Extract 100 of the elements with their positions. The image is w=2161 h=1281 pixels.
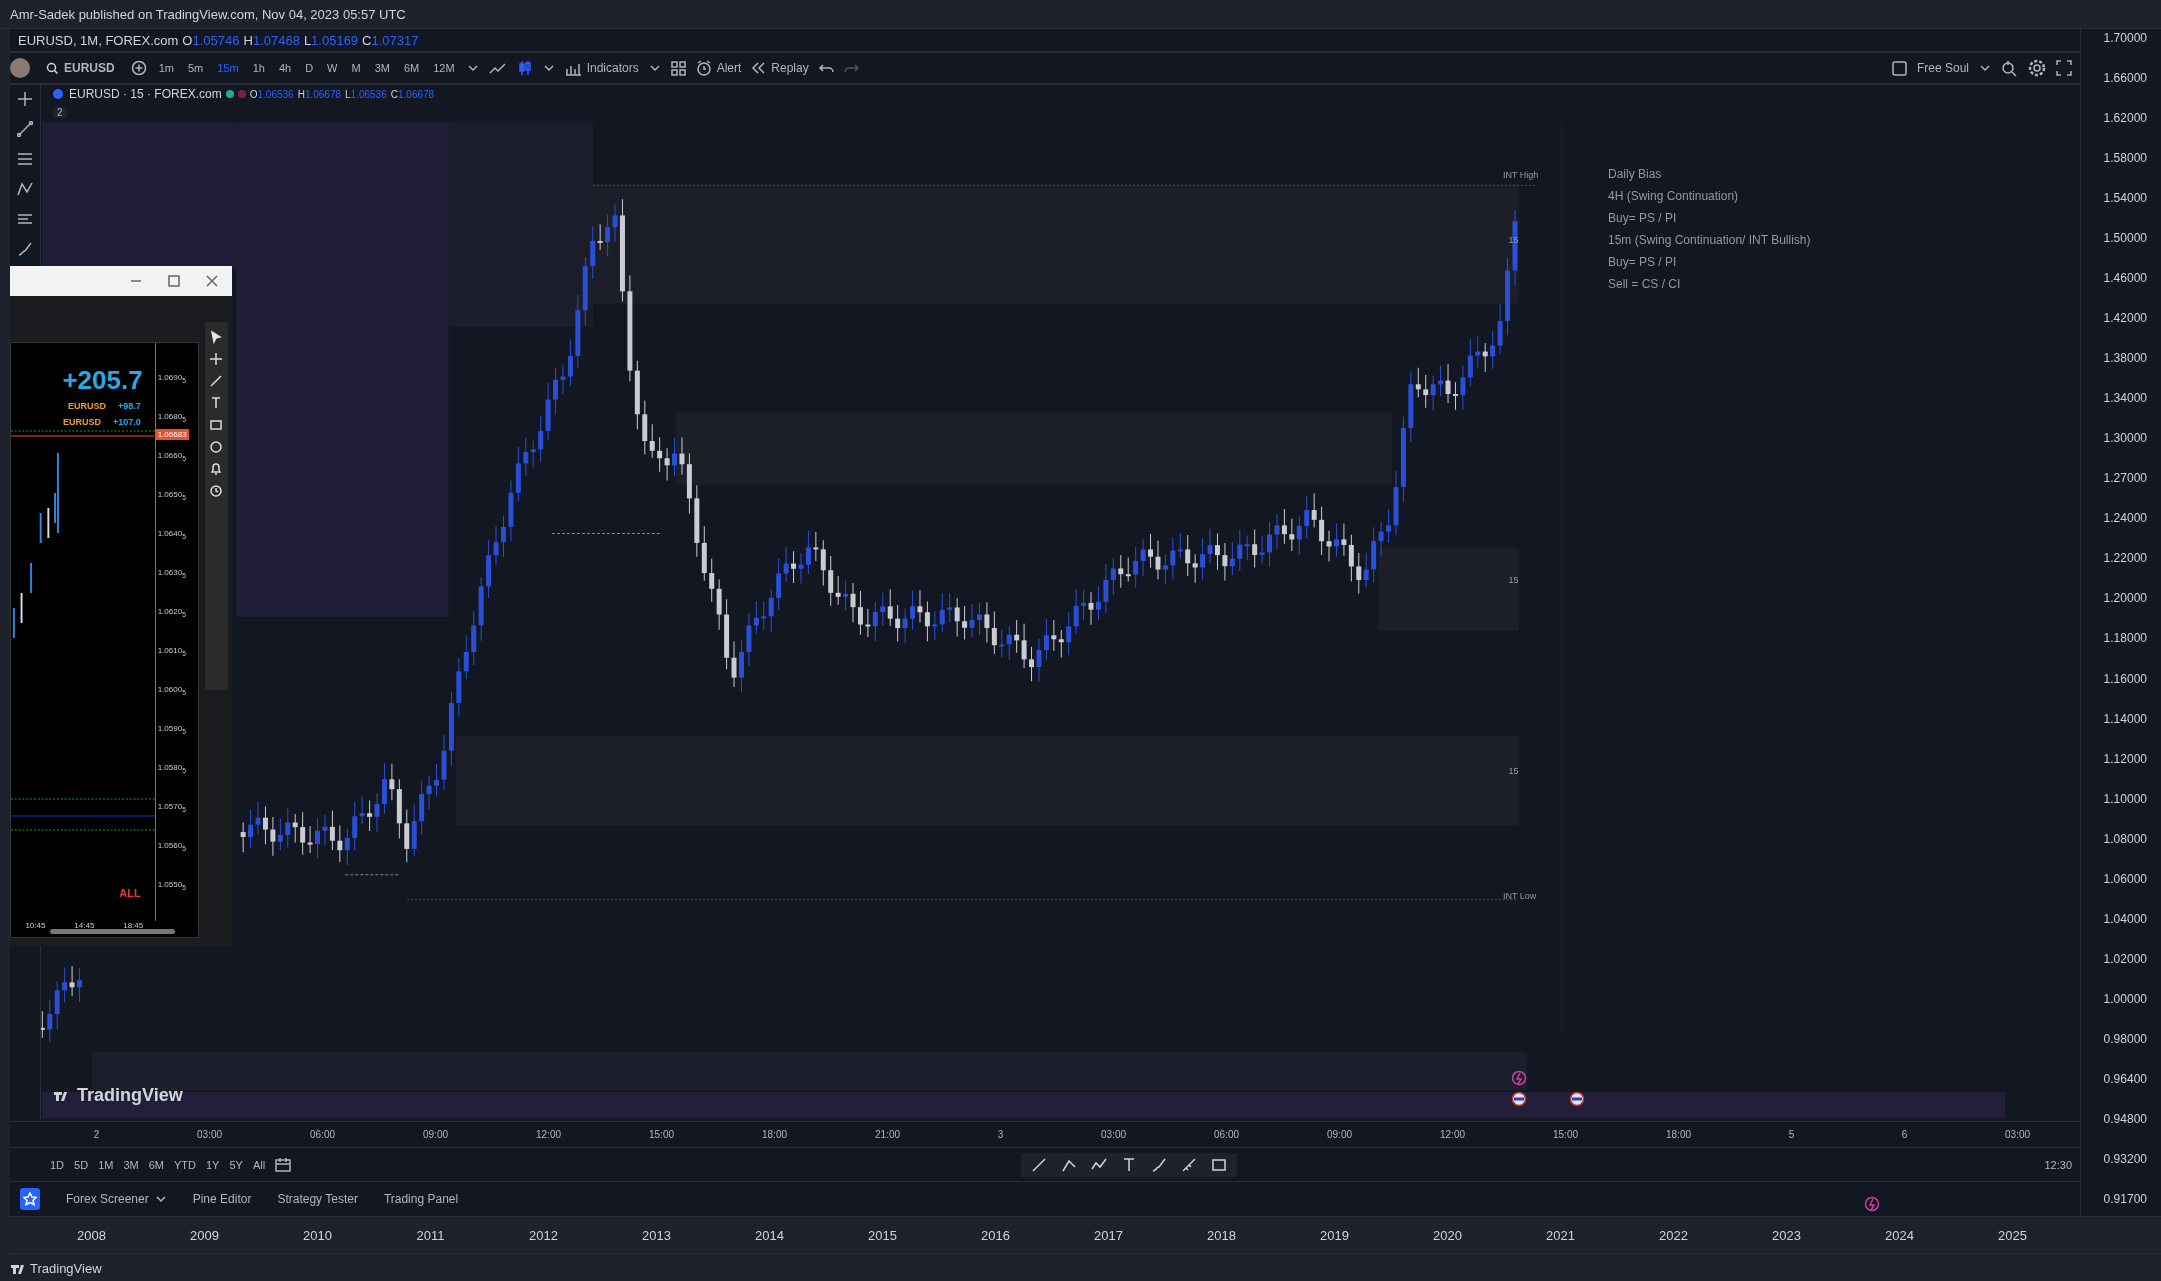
- year-label: 2009: [189, 1227, 220, 1243]
- status-dot-icon: [225, 90, 234, 98]
- range-button[interactable]: 1D: [50, 1158, 65, 1171]
- interval-tab[interactable]: 3M: [372, 62, 392, 74]
- caret-icon[interactable]: [466, 63, 479, 73]
- circle-icon[interactable]: [209, 440, 224, 454]
- year-label: 2019: [1319, 1227, 1350, 1243]
- price-label: 1.70000: [2103, 31, 2147, 45]
- panel-tab[interactable]: Forex Screener: [66, 1192, 167, 1206]
- range-button[interactable]: 1M: [98, 1158, 114, 1171]
- line-icon[interactable]: [209, 374, 224, 388]
- note-text: Buy= PS / PI: [1608, 211, 1678, 225]
- interval-tab[interactable]: 15m: [215, 62, 241, 74]
- range-button[interactable]: 5Y: [229, 1158, 243, 1171]
- flag-icon[interactable]: [1511, 1090, 1528, 1107]
- bell-icon[interactable]: [209, 462, 224, 476]
- layout-menu-button[interactable]: Free Soul: [1916, 61, 1969, 75]
- alert-button[interactable]: Alert: [695, 60, 742, 76]
- range-button[interactable]: 5D: [74, 1158, 89, 1171]
- ruler-icon[interactable]: [1181, 1156, 1198, 1173]
- interval-tab[interactable]: 12M: [431, 62, 457, 74]
- crosshair-icon[interactable]: [209, 352, 224, 366]
- clock-time: 12:30: [2044, 1158, 2072, 1171]
- interval-tab[interactable]: 1m: [156, 62, 176, 74]
- trend-line-icon[interactable]: [17, 121, 33, 137]
- panel-tab[interactable]: Strategy Tester: [277, 1192, 358, 1206]
- price-label: 0.91700: [2103, 1191, 2147, 1206]
- profit-value: +107.0: [112, 417, 141, 427]
- chart-symbol-title[interactable]: EURUSD · 15 · FOREX.com: [52, 87, 222, 101]
- price-label: 0.93200: [2103, 1151, 2147, 1166]
- grid-icon[interactable]: [670, 60, 686, 76]
- panel-tab[interactable]: Trading Panel: [383, 1192, 459, 1206]
- price-tag: 1.06683: [155, 429, 189, 440]
- rectangle-icon[interactable]: [1211, 1156, 1228, 1173]
- range-button[interactable]: 1Y: [205, 1158, 220, 1171]
- flag-icon[interactable]: [1569, 1090, 1586, 1107]
- rectangle-icon[interactable]: [209, 418, 224, 432]
- trend-line-icon[interactable]: [1031, 1156, 1048, 1173]
- list-lines-icon[interactable]: [17, 211, 33, 227]
- plus-circle-icon[interactable]: [130, 60, 147, 76]
- brush-icon[interactable]: [17, 241, 33, 257]
- range-button[interactable]: 6M: [148, 1158, 164, 1171]
- star-icon: [23, 1192, 37, 1206]
- lightning-icon[interactable]: [1511, 1070, 1528, 1087]
- line-chart-icon[interactable]: [488, 60, 507, 76]
- horizontal-lines-icon[interactable]: [17, 151, 33, 167]
- checkbox-icon[interactable]: [1891, 60, 1907, 76]
- symbol-search-button[interactable]: EURUSD: [40, 60, 121, 76]
- price-label: 1.0630$_{5}$: [157, 568, 187, 579]
- cursor-icon[interactable]: [209, 330, 224, 344]
- range-button[interactable]: 3M: [123, 1158, 139, 1171]
- price-label: 1.0550$_{5}$: [157, 880, 187, 891]
- favorites-button[interactable]: [20, 1188, 40, 1210]
- interval-tab[interactable]: D: [303, 62, 316, 74]
- quick-search-icon[interactable]: [2001, 59, 2018, 77]
- interval-tab[interactable]: 6M: [401, 62, 422, 74]
- range-button[interactable]: YTD: [173, 1158, 196, 1171]
- price-label: 1.0600$_{5}$: [157, 685, 187, 696]
- maximize-icon[interactable]: [168, 275, 180, 287]
- undo-icon[interactable]: [818, 61, 834, 75]
- note-text: 4H (Swing Continuation): [1608, 189, 1740, 203]
- year-label: 2022: [1658, 1227, 1689, 1243]
- time-label: 18:45: [123, 921, 144, 932]
- replay-button[interactable]: Replay: [751, 60, 809, 76]
- range-button[interactable]: All: [252, 1158, 266, 1171]
- caret-icon[interactable]: [1979, 63, 1991, 73]
- pattern-icon[interactable]: [17, 181, 33, 197]
- caret-icon: [154, 1194, 167, 1204]
- fullscreen-icon[interactable]: [2056, 60, 2072, 76]
- price-label: 1.58000: [2103, 151, 2147, 166]
- interval-tab[interactable]: 5m: [185, 62, 206, 74]
- indicators-button[interactable]: Indicators: [564, 60, 639, 76]
- year-label: 2014: [754, 1227, 785, 1243]
- brush-icon[interactable]: [1151, 1156, 1168, 1173]
- crosshair-icon[interactable]: [17, 91, 33, 107]
- avatar-icon[interactable]: [10, 58, 30, 78]
- candles-icon[interactable]: [516, 59, 533, 77]
- lightning-icon[interactable]: [1864, 1196, 1880, 1212]
- time-label: 09:00: [422, 1129, 449, 1140]
- price-label: 1.0570$_{5}$: [157, 802, 187, 813]
- interval-tab[interactable]: W: [325, 62, 340, 74]
- time-label: 18:00: [1665, 1129, 1692, 1140]
- panel-tab[interactable]: Pine Editor: [192, 1192, 252, 1206]
- interval-tab[interactable]: 1h: [250, 62, 267, 74]
- calendar-icon[interactable]: [275, 1156, 292, 1173]
- caret-icon[interactable]: [648, 63, 661, 73]
- caret-icon[interactable]: [542, 63, 555, 73]
- time-label: 10:45: [25, 921, 46, 932]
- settings-icon[interactable]: [2028, 59, 2046, 77]
- scrollbar[interactable]: [50, 929, 175, 934]
- interval-tab[interactable]: M: [349, 62, 363, 74]
- interval-tab[interactable]: 4h: [276, 62, 294, 74]
- price-label: 1.66000: [2103, 71, 2147, 86]
- collapse-toggle[interactable]: 2: [53, 107, 67, 118]
- year-label: 2023: [1771, 1227, 1802, 1243]
- year-label: 2021: [1545, 1227, 1576, 1243]
- time-label: 12:00: [1439, 1129, 1466, 1140]
- symbol-label: EURUSD: [62, 417, 101, 427]
- refresh-icon[interactable]: [209, 484, 224, 498]
- close-icon[interactable]: [206, 275, 218, 287]
